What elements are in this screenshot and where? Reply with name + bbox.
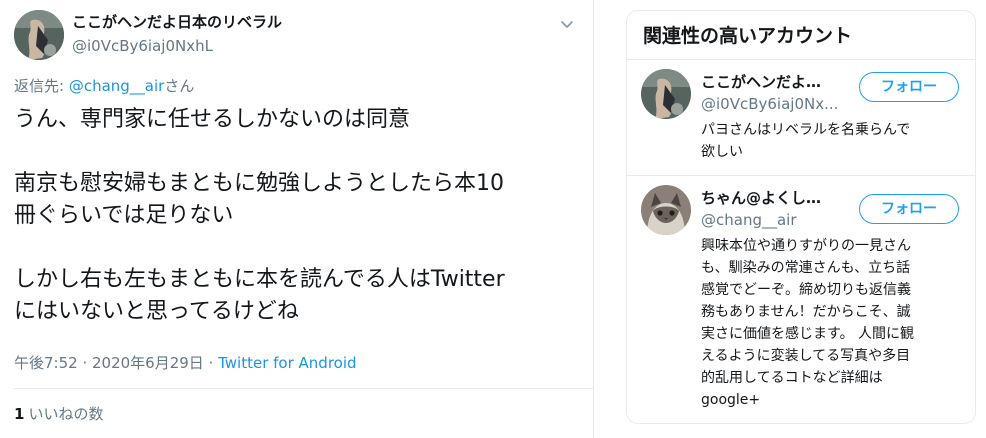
related-accounts-panel: 関連性の高いアカウント ここがヘンだよ… @i0VcBy6iaj0Nx... フ… bbox=[626, 10, 976, 424]
divider bbox=[627, 175, 975, 176]
panel-title: 関連性の高いアカウント bbox=[643, 25, 853, 47]
bio-line: google+ bbox=[701, 392, 761, 408]
author-info: ここがヘンだよ日本のリベラル @i0VcBy6iaj0NxhL bbox=[72, 12, 282, 56]
likes-number: 1 bbox=[14, 405, 25, 423]
tweet-meta: 午後7:52 · 2020年6月29日 · Twitter for Androi… bbox=[14, 352, 357, 373]
tweet-text-line: 南京も慰安婦もまともに勉強しようとしたら本10 bbox=[14, 171, 504, 196]
bio-line: 興味本位や通りすがりの一見さん bbox=[701, 238, 911, 254]
bio-line: 感覚でどーぞ。締め切りも返信義 bbox=[701, 282, 911, 298]
tweet-detail: ここがヘンだよ日本のリベラル @i0VcBy6iaj0NxhL 返信先: @ch… bbox=[0, 0, 594, 438]
tweet-header: ここがヘンだよ日本のリベラル @i0VcBy6iaj0NxhL bbox=[14, 6, 579, 66]
bio-line: 欲しい bbox=[701, 144, 743, 160]
divider bbox=[627, 59, 975, 60]
bio-line: 務もありません！だからこそ、誠 bbox=[701, 304, 911, 320]
account-bio: 興味本位や通りすがりの一見さん も、馴染みの常連さんも、立ち話 感覚でどーぞ。締… bbox=[701, 235, 961, 411]
divider bbox=[14, 388, 593, 389]
related-account-item[interactable]: ここがヘンだよ… @i0VcBy6iaj0Nx... フォロー パヨさんはリベラ… bbox=[627, 69, 975, 173]
account-name[interactable]: ここがヘンだよ… bbox=[701, 71, 821, 92]
reply-to-mention[interactable]: @chang__air bbox=[69, 77, 165, 95]
account-avatar[interactable] bbox=[641, 185, 691, 235]
account-bio: パヨさんはリベラルを名乗らんで 欲しい bbox=[701, 119, 961, 163]
follow-button[interactable]: フォロー bbox=[859, 72, 959, 102]
reply-to-line: 返信先: @chang__airさん bbox=[14, 75, 194, 96]
tweet-timestamp[interactable]: 午後7:52 · 2020年6月29日 · bbox=[14, 354, 218, 372]
related-account-item[interactable]: ちゃん@よくし… @chang__air フォロー 興味本位や通りすがりの一見さ… bbox=[627, 185, 975, 421]
author-handle[interactable]: @i0VcBy6iaj0NxhL bbox=[72, 36, 282, 56]
bio-line: も、馴染みの常連さんも、立ち話 bbox=[701, 260, 911, 276]
bio-line: パヨさんはリベラルを名乗らんで bbox=[701, 122, 911, 138]
tweet-text-line: 冊ぐらいでは足りない bbox=[14, 203, 234, 228]
reply-to-suffix: さん bbox=[164, 77, 195, 95]
tweet-text-line: うん、専門家に任せるしかないのは同意 bbox=[14, 107, 411, 132]
tweet-text-line: にはいないと思ってるけどね bbox=[14, 299, 299, 324]
reply-to-prefix: 返信先: bbox=[14, 77, 69, 95]
bio-line: 的乱用してるコトなど詳細は bbox=[701, 370, 883, 386]
tweet-source-link[interactable]: Twitter for Android bbox=[218, 354, 356, 372]
tweet-text-line: しかし右も左もまともに本を読んでる人はTwitter bbox=[14, 267, 505, 292]
likes-count[interactable]: 1 いいねの数 bbox=[14, 403, 103, 424]
account-handle[interactable]: @i0VcBy6iaj0Nx... bbox=[701, 95, 838, 113]
account-avatar[interactable] bbox=[641, 69, 691, 119]
follow-button[interactable]: フォロー bbox=[859, 194, 959, 224]
likes-label: いいねの数 bbox=[28, 405, 104, 423]
bio-line: 実さに価値を感じます。 人間に観 bbox=[701, 326, 915, 342]
chevron-down-icon[interactable] bbox=[559, 16, 575, 32]
account-handle[interactable]: @chang__air bbox=[701, 211, 797, 229]
account-name[interactable]: ちゃん@よくし… bbox=[701, 187, 821, 208]
bio-line: えるように変装してる写真や多目 bbox=[701, 348, 911, 364]
author-display-name[interactable]: ここがヘンだよ日本のリベラル bbox=[72, 12, 282, 32]
author-avatar[interactable] bbox=[14, 10, 64, 60]
tweet-text: うん、専門家に任せるしかないのは同意 南京も慰安婦もまともに勉強しようとしたら本… bbox=[14, 104, 584, 328]
